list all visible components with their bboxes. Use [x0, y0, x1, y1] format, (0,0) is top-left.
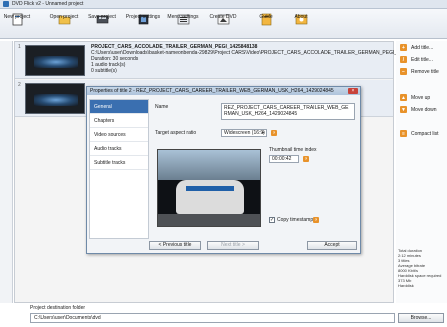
open-project-button[interactable]: Open project [46, 11, 82, 38]
new-project-button[interactable]: New project [4, 11, 30, 38]
name-label: Name [155, 104, 169, 110]
accept-button[interactable]: Accept [307, 241, 357, 250]
destination-input[interactable]: C:\Users\user\Documents\dvd [30, 313, 395, 323]
project-settings-button[interactable]: Project settings [124, 11, 162, 38]
menu-settings-button[interactable]: Menu settings [165, 11, 201, 38]
dialog-footer: < Previous title Next title > Accept [149, 241, 359, 253]
arrow-down-icon: ▼ [400, 106, 407, 113]
add-title-button[interactable]: + Add title... [400, 43, 433, 52]
browse-button[interactable]: Browse... [398, 313, 444, 323]
move-up-button[interactable]: ▲ Move up [400, 93, 430, 102]
video-preview [157, 149, 261, 227]
compact-icon: ≡ [400, 130, 407, 137]
project-stats: Total duration 2:12 minutes 3 titles Ave… [398, 248, 442, 288]
compact-list-button[interactable]: ≡ Compact list [400, 129, 439, 138]
remove-icon: − [400, 68, 407, 75]
window-title: DVD Flick v2 - Unnamed project [12, 1, 84, 7]
tab-audio-tracks[interactable]: Audio tracks [90, 142, 148, 156]
window-titlebar: DVD Flick v2 - Unnamed project [0, 0, 447, 9]
next-title-button[interactable]: Next title > [207, 241, 259, 250]
about-button[interactable]: About [290, 11, 312, 38]
edit-title-button[interactable]: / Edit title... [400, 55, 433, 64]
thumbnail-label: Thumbnail time index [269, 147, 317, 153]
aspect-label: Target aspect ratio [155, 130, 197, 136]
title-list-item[interactable]: 1 PROJECT_CARS_ACCOLADE_TRAILER_GERMAN_P… [15, 42, 436, 79]
help-icon[interactable]: ? [303, 156, 309, 162]
move-down-button[interactable]: ▼ Move down [400, 105, 437, 114]
title-thumbnail [25, 45, 85, 76]
destination-label: Project destination folder [30, 305, 86, 311]
checkbox-box: ✓ [269, 217, 275, 223]
main-toolbar: New project Open project Save project Pr… [0, 9, 447, 39]
help-icon[interactable]: ? [313, 217, 319, 223]
edit-icon: / [400, 56, 407, 63]
app-icon [3, 1, 9, 7]
help-icon[interactable]: ? [271, 130, 277, 136]
title-thumbnail [25, 83, 85, 114]
title-subs: 0 subtitle(s) [91, 68, 117, 74]
guide-button[interactable]: Guide [255, 11, 277, 38]
save-project-button[interactable]: Save project [85, 11, 119, 38]
title-properties-dialog: Properties of title 2 - REZ_PROJECT_CARS… [86, 86, 361, 254]
copy-timestamps-checkbox[interactable]: ✓ Copy timestamps [269, 217, 316, 223]
aspect-ratio-select[interactable]: Widescreen (16:9) ▼ [221, 129, 267, 137]
remove-title-button[interactable]: − Remove title [400, 67, 439, 76]
close-icon[interactable]: × [348, 88, 358, 94]
title-path: C:\Users\user\Downloads\basket-nameonben… [91, 50, 437, 56]
dialog-tabs: General Chapters Video sources Audio tra… [89, 99, 149, 239]
tab-video-sources[interactable]: Video sources [90, 128, 148, 142]
tab-chapters[interactable]: Chapters [90, 114, 148, 128]
name-input[interactable]: REZ_PROJECT_CARS_CAREER_TRAILER_WEB_GERM… [221, 103, 355, 120]
thumbnail-time-input[interactable]: 00:00:42 [269, 155, 299, 163]
dialog-title: Properties of title 2 - REZ_PROJECT_CARS… [87, 87, 360, 95]
left-strip [0, 41, 13, 303]
chevron-down-icon: ▼ [261, 130, 265, 135]
create-dvd-button[interactable]: Create DVD [208, 11, 238, 38]
add-icon: + [400, 44, 407, 51]
item-index: 2 [18, 82, 21, 88]
aspect-ratio-value: Widescreen (16:9) [224, 130, 265, 136]
item-index: 1 [18, 44, 21, 50]
tab-general[interactable]: General [90, 100, 148, 114]
arrow-up-icon: ▲ [400, 94, 407, 101]
tab-subtitle-tracks[interactable]: Subtitle tracks [90, 156, 148, 170]
title-meta: PROJECT_CARS_ACCOLADE_TRAILER_GERMAN_PEG… [91, 44, 436, 74]
dialog-body: Name REZ_PROJECT_CARS_CAREER_TRAILER_WEB… [153, 99, 358, 239]
copy-timestamps-label: Copy timestamps [277, 217, 316, 223]
previous-title-button[interactable]: < Previous title [149, 241, 201, 250]
